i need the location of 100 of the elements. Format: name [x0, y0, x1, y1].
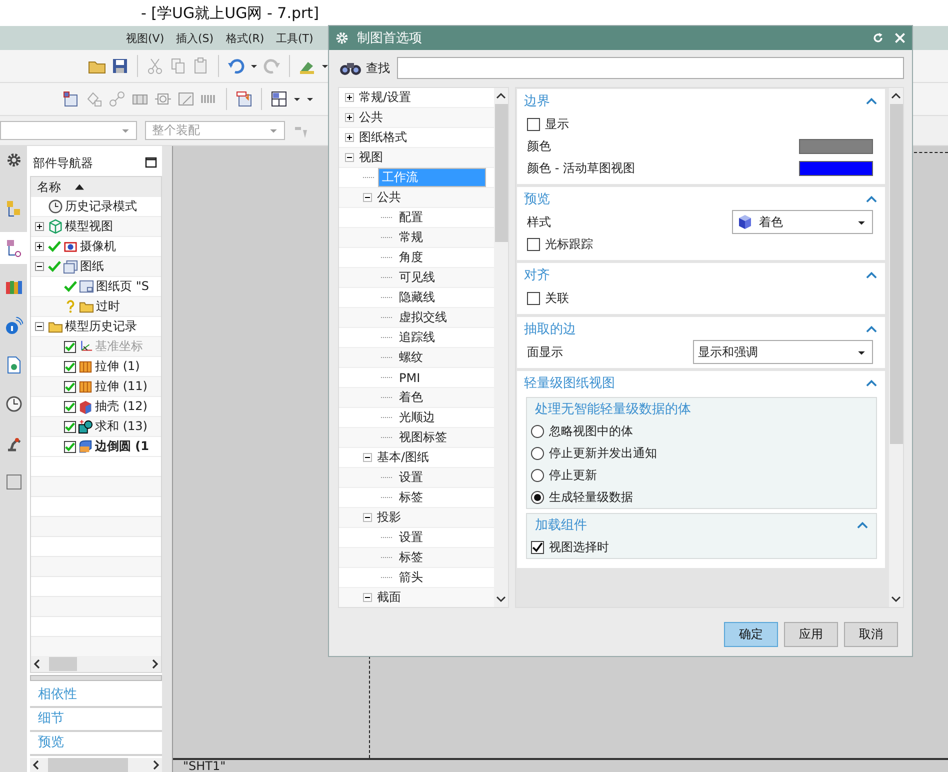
tree-item[interactable]: 拉伸 (1) [95, 358, 140, 375]
tree-item[interactable]: 基本/图纸 [374, 448, 432, 467]
dialog-button[interactable]: 取消 [844, 622, 898, 647]
dropdown[interactable]: 着色 [732, 210, 873, 234]
scrollbar-thumb[interactable] [890, 104, 902, 444]
checkbox[interactable] [64, 420, 76, 432]
tree-item[interactable]: 角度 [396, 248, 426, 267]
tree-item[interactable]: 公共 [374, 188, 404, 207]
tree-item[interactable]: 历史记录模式 [65, 198, 137, 215]
tree-item[interactable]: 图纸格式 [356, 128, 410, 147]
search-field[interactable] [397, 57, 904, 79]
color-swatch[interactable] [799, 160, 873, 176]
scroll-left-icon[interactable] [33, 659, 41, 669]
scrollbar-thumb[interactable] [494, 104, 508, 242]
checkbox-label[interactable]: 视图选择时 [549, 538, 609, 556]
scroll-down-icon[interactable] [891, 595, 901, 603]
close-icon[interactable] [894, 32, 906, 44]
tree-item[interactable]: 投影 [374, 508, 404, 527]
radio-label[interactable]: 停止更新并发出通知 [549, 444, 657, 462]
dialog-button[interactable]: 确定 [724, 622, 778, 647]
tree-item[interactable]: 设置 [396, 528, 426, 547]
maximize-icon[interactable] [145, 157, 157, 169]
column-header[interactable]: 名称 [37, 178, 61, 196]
menu-item[interactable]: 插入(S) [176, 30, 222, 46]
tree-item[interactable]: 箭头 [396, 568, 426, 587]
scrollbar-thumb[interactable] [48, 758, 128, 772]
caret-icon[interactable] [321, 62, 329, 70]
tree-item[interactable]: 追踪线 [396, 328, 438, 347]
checkbox[interactable] [531, 540, 544, 554]
menu-item[interactable]: 视图(V) [126, 30, 172, 46]
tree-toggle[interactable] [345, 153, 354, 162]
checkbox[interactable] [64, 340, 76, 352]
tree-item[interactable]: 常规/设置 [356, 88, 414, 107]
tree-toggle[interactable] [35, 322, 44, 331]
tree-item[interactable]: 截面 [374, 588, 404, 607]
tree-item[interactable]: 隐藏线 [396, 288, 438, 307]
tree-item[interactable]: 视图 [356, 148, 386, 167]
tree-item[interactable]: 标签 [396, 488, 426, 507]
tree-toggle[interactable] [363, 193, 372, 202]
checkbox-label[interactable]: 光标跟踪 [545, 236, 593, 252]
update-icon[interactable] [235, 90, 253, 108]
menu-item[interactable]: 格式(R) [226, 30, 272, 46]
radio-label[interactable]: 忽略视图中的体 [549, 422, 633, 440]
radio-label[interactable]: 停止更新 [549, 466, 597, 484]
checkbox[interactable] [64, 400, 76, 412]
checkbox[interactable] [64, 440, 76, 452]
tree-item[interactable]: 标签 [396, 548, 426, 567]
tree-toggle[interactable] [363, 513, 372, 522]
tree-toggle[interactable] [345, 133, 354, 142]
tree-item[interactable]: 公共 [356, 108, 386, 127]
scroll-left-icon[interactable] [32, 760, 40, 770]
radio-button[interactable] [531, 490, 544, 504]
checkbox[interactable] [64, 360, 76, 372]
tree-toggle[interactable] [345, 93, 354, 102]
scrollbar-thumb[interactable] [49, 657, 77, 671]
tree-toggle[interactable] [363, 453, 372, 462]
tree-item[interactable]: 常规 [396, 228, 426, 247]
tree-item[interactable]: 光顺边 [396, 408, 438, 427]
tree-item[interactable]: 着色 [396, 388, 426, 407]
radio-button[interactable] [531, 424, 544, 438]
dialog-button[interactable]: 应用 [784, 622, 838, 647]
radio-label[interactable]: 生成轻量级数据 [549, 488, 633, 506]
sheet-icon[interactable] [62, 90, 80, 108]
checkbox-label[interactable]: 显示 [545, 116, 569, 132]
tree-toggle[interactable] [363, 593, 372, 602]
checkbox-label[interactable]: 关联 [545, 290, 569, 306]
scroll-down-icon[interactable] [496, 595, 506, 603]
tree-item[interactable]: PMI [396, 370, 424, 386]
tree-item[interactable]: 图纸页 "S [96, 278, 149, 295]
tree-item[interactable]: 设置 [396, 468, 426, 487]
dropdown[interactable]: 显示和强调 [693, 340, 873, 364]
checkbox[interactable] [527, 292, 540, 304]
checkbox[interactable] [527, 118, 540, 130]
save-icon[interactable] [111, 57, 129, 75]
scroll-up-icon[interactable] [891, 92, 901, 100]
scroll-right-icon[interactable] [151, 659, 159, 669]
tree-item[interactable]: 螺纹 [396, 348, 426, 367]
tree-toggle[interactable] [35, 262, 44, 271]
tree-item[interactable]: 抽壳 (12) [95, 398, 148, 415]
color-swatch[interactable] [799, 138, 873, 154]
scroll-up-icon[interactable] [496, 92, 506, 100]
tree-toggle[interactable] [345, 113, 354, 122]
tree-item[interactable]: 配置 [396, 208, 426, 227]
tree-item[interactable]: 图纸 [80, 258, 104, 275]
scroll-right-icon[interactable] [152, 760, 160, 770]
settings-icon[interactable] [6, 152, 22, 168]
radio-button[interactable] [531, 468, 544, 482]
tree-item[interactable]: 过时 [96, 298, 120, 315]
section-header[interactable]: 对齐 [517, 263, 885, 287]
tree-item[interactable]: 边倒圆 (1 [95, 438, 150, 455]
undo-icon[interactable] [227, 57, 245, 75]
tree-toggle[interactable] [35, 242, 44, 251]
menu-item[interactable]: 工具(T) [276, 30, 322, 46]
reset-icon[interactable] [872, 32, 884, 44]
caret-icon[interactable] [250, 62, 258, 70]
radio-button[interactable] [531, 446, 544, 460]
checkbox[interactable] [64, 380, 76, 392]
tree-toggle[interactable] [35, 222, 44, 231]
checkbox[interactable] [527, 238, 540, 250]
tree-item[interactable]: 摄像机 [80, 238, 116, 255]
